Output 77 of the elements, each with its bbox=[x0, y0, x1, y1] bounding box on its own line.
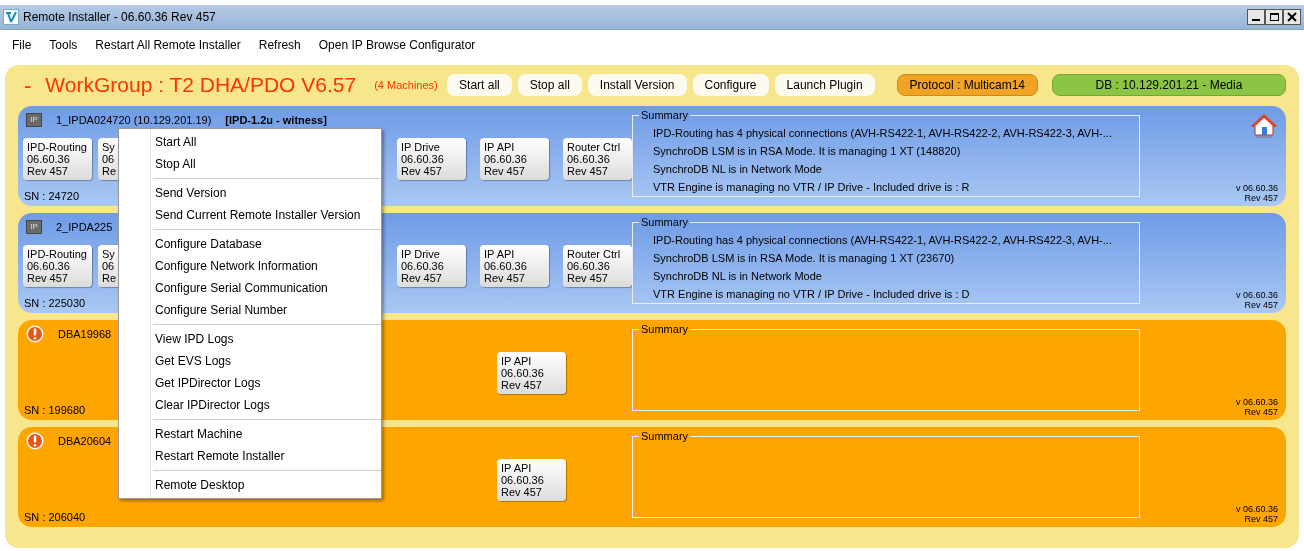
module-button[interactable]: Router Ctrl 06.60.36 Rev 457 bbox=[563, 245, 632, 287]
module-button[interactable]: IP API 06.60.36 Rev 457 bbox=[480, 245, 549, 287]
module-button[interactable]: Router Ctrl 06.60.36 Rev 457 bbox=[563, 138, 632, 180]
version-label: v 06.60.36 bbox=[1235, 504, 1278, 514]
menu-item[interactable]: Open IP Browse Configurator bbox=[318, 36, 476, 54]
warning-icon bbox=[26, 432, 44, 450]
machine-name: DBA20604 bbox=[58, 433, 112, 449]
workgroup-title: WorkGroup : T2 DHA/PDO V6.57 bbox=[45, 72, 357, 99]
machine-name: 1_IPDA024720 (10.129.201.19) bbox=[56, 112, 212, 128]
machine-name: DBA19968 bbox=[58, 326, 112, 342]
context-menu-item[interactable]: Configure Serial Number bbox=[153, 299, 381, 321]
summary-title: Summary bbox=[640, 215, 690, 230]
menu-item[interactable]: Refresh bbox=[258, 36, 301, 54]
revision-label: Rev 457 bbox=[1244, 514, 1278, 524]
context-menu-item[interactable]: Configure Database bbox=[153, 233, 381, 255]
context-menu-item[interactable]: Send Version bbox=[153, 182, 381, 204]
version-label: v 06.60.36 bbox=[1235, 183, 1278, 193]
module-button[interactable]: IPD-Routing 06.60.36 Rev 457 bbox=[23, 138, 92, 180]
summary-line: IPD-Routing has 4 physical connections (AVH-RS422-1, AVH-RS422-2, AVH-RS422-3, AVH-... bbox=[653, 232, 1113, 248]
version-label: v 06.60.36 bbox=[1235, 397, 1278, 407]
summary-line: VTR Engine is managing no VTR / IP Drive - Included drive is : D bbox=[653, 286, 971, 302]
summary-line: SynchroDB LSM is in RSA Mode. It is managing 1 XT (148820) bbox=[653, 143, 962, 159]
serial-number: SN : 225030 bbox=[23, 297, 86, 310]
toolbar-button[interactable]: Launch Plugin bbox=[774, 74, 875, 96]
summary-line: SynchroDB NL is in Network Mode bbox=[653, 268, 823, 284]
window-title: Remote Installer - 06.60.36 Rev 457 bbox=[23, 9, 216, 26]
serial-number: SN : 206040 bbox=[23, 511, 86, 524]
summary-title: Summary bbox=[640, 322, 690, 337]
menu-item[interactable]: Tools bbox=[49, 36, 78, 54]
context-menu-item[interactable]: Get EVS Logs bbox=[153, 350, 381, 372]
toolbar-button[interactable]: Start all bbox=[447, 74, 512, 96]
summary-line: SynchroDB NL is in Network Mode bbox=[653, 161, 823, 177]
context-menu-item[interactable]: Start All bbox=[153, 131, 381, 153]
module-button[interactable]: IP Drive 06.60.36 Rev 457 bbox=[397, 138, 466, 180]
summary-line: IPD-Routing has 4 physical connections (AVH-RS422-1, AVH-RS422-2, AVH-RS422-3, AVH-... bbox=[653, 125, 1113, 141]
module-button[interactable]: IP API 06.60.36 Rev 457 bbox=[497, 352, 566, 394]
ip-badge: IP bbox=[26, 220, 42, 234]
context-menu-item[interactable]: Remote Desktop bbox=[153, 474, 381, 496]
module-button[interactable]: IP Drive 06.60.36 Rev 457 bbox=[397, 245, 466, 287]
warning-icon bbox=[26, 325, 44, 343]
revision-label: Rev 457 bbox=[1244, 407, 1278, 417]
module-button[interactable]: IPD-Routing 06.60.36 Rev 457 bbox=[23, 245, 92, 287]
context-menu-item[interactable]: Get IPDirector Logs bbox=[153, 372, 381, 394]
machine-count: (4 Machines) bbox=[374, 77, 438, 93]
app-logo-icon bbox=[3, 9, 19, 25]
machine-name: 2_IPDA225 bbox=[56, 219, 113, 235]
serial-number: SN : 199680 bbox=[23, 404, 86, 417]
module-button[interactable]: IP API 06.60.36 Rev 457 bbox=[480, 138, 549, 180]
context-menu-item[interactable]: Send Current Remote Installer Version bbox=[153, 204, 381, 226]
ip-badge: IP bbox=[26, 113, 42, 127]
toolbar-button[interactable]: Configure bbox=[692, 74, 769, 96]
toolbar-button[interactable]: Install Version bbox=[587, 74, 687, 96]
context-menu-item[interactable]: Stop All bbox=[153, 153, 381, 175]
version-label: v 06.60.36 bbox=[1235, 290, 1278, 300]
toolbar-button[interactable]: Stop all bbox=[517, 74, 582, 96]
menu-item[interactable]: Restart All Remote Installer bbox=[95, 36, 241, 54]
machine-tag: [IPD-1.2u - witness] bbox=[225, 111, 327, 129]
summary-title: Summary bbox=[640, 108, 690, 123]
context-menu-item[interactable]: Restart Machine bbox=[153, 423, 381, 445]
context-menu-item[interactable]: Restart Remote Installer bbox=[153, 445, 381, 467]
context-menu-item[interactable]: View IPD Logs bbox=[153, 328, 381, 350]
close-button[interactable] bbox=[1283, 9, 1301, 25]
summary-line: VTR Engine is managing no VTR / IP Drive - Included drive is : R bbox=[653, 179, 971, 195]
minimize-button[interactable] bbox=[1247, 9, 1265, 25]
revision-label: Rev 457 bbox=[1244, 300, 1278, 310]
context-menu-item[interactable]: Configure Serial Communication bbox=[153, 277, 381, 299]
toolbar-button[interactable]: DB : 10.129.201.21 - Media bbox=[1052, 74, 1286, 96]
summary-line: SynchroDB LSM is in RSA Mode. It is managing 1 XT (23670) bbox=[653, 250, 956, 266]
toolbar-button[interactable]: Protocol : Multicam14 bbox=[896, 74, 1038, 96]
context-menu-item[interactable]: Configure Network Information bbox=[153, 255, 381, 277]
serial-number: SN : 24720 bbox=[23, 190, 80, 203]
maximize-button[interactable] bbox=[1265, 9, 1283, 25]
summary-title: Summary bbox=[640, 429, 690, 444]
module-button[interactable]: IP API 06.60.36 Rev 457 bbox=[497, 459, 566, 501]
revision-label: Rev 457 bbox=[1244, 193, 1278, 203]
menu-item[interactable]: File bbox=[12, 36, 32, 54]
context-menu-item[interactable]: Clear IPDirector Logs bbox=[153, 394, 381, 416]
